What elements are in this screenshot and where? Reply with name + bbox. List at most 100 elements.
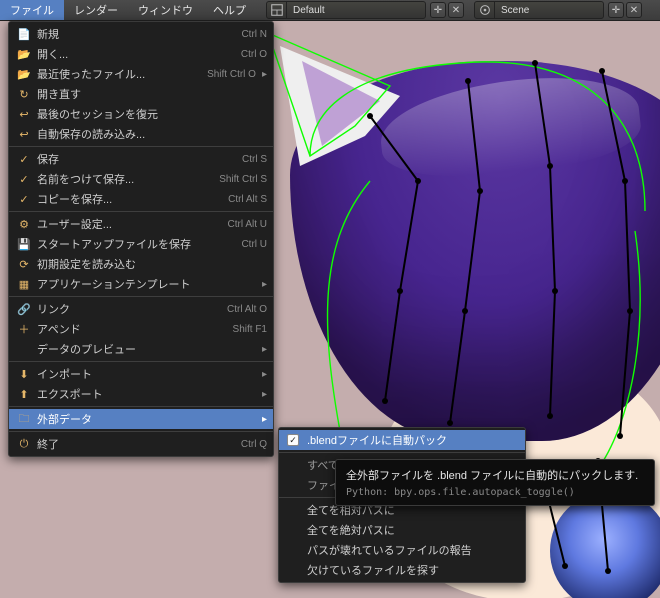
submenu-arrow-icon: ▸ (256, 369, 267, 380)
top-menu: ファイル レンダー ウィンドウ ヘルプ (0, 0, 256, 20)
menu-item-shortcut: Shift Ctrl S (219, 174, 267, 185)
scene-selector[interactable]: Scene (474, 1, 604, 19)
file-menu-item[interactable]: ⚙ユーザー設定... Ctrl Alt U (9, 214, 273, 234)
layout-add-button[interactable]: ✛ (430, 2, 446, 18)
file-menu-item[interactable]: 📂開く...Ctrl O (9, 44, 273, 64)
submenu-item[interactable]: 欠けているファイルを探す (279, 560, 525, 580)
submenu-arrow-icon: ▸ (256, 344, 267, 355)
file-menu-item[interactable]: ▦アプリケーションテンプレート▸ (9, 274, 273, 294)
menu-item-label: アペンド (37, 321, 225, 337)
file-menu-item[interactable]: ↻開き直す (9, 84, 273, 104)
power-icon: ⏻ (15, 436, 33, 452)
file-menu-dropdown: 📄新規Ctrl N📂開く...Ctrl O📂最近使ったファイル...Shift … (8, 21, 274, 457)
file-menu-item[interactable]: ⬇インポート▸ (9, 364, 273, 384)
scene-delete-button[interactable]: ✕ (626, 2, 642, 18)
file-menu-item[interactable]: ↩最後のセッションを復元 (9, 104, 273, 124)
check-icon: ✓ (15, 151, 33, 167)
check-icon: ✓ (15, 171, 33, 187)
check-icon: ✓ (15, 191, 33, 207)
submenu-arrow-icon: ▸ (256, 69, 267, 80)
submenu-item-label: .blendファイルに自動パック (307, 432, 447, 448)
file-menu-item[interactable]: 🔗リンク Ctrl Alt O (9, 299, 273, 319)
file-menu-item[interactable]: ✓名前をつけて保存... Shift Ctrl S (9, 169, 273, 189)
folder-icon: 📂 (15, 46, 33, 62)
reload-icon: ⟳ (15, 256, 33, 272)
scene-name: Scene (495, 5, 603, 16)
file-menu-item[interactable]: ⟳初期設定を読み込む (9, 254, 273, 274)
menu-render[interactable]: レンダー (64, 0, 128, 20)
menu-item-label: スタートアップファイルを保存 (37, 236, 233, 252)
file-menu-item[interactable]: ✓コピーを保存... Ctrl Alt S (9, 189, 273, 209)
layout-icon (267, 2, 287, 18)
file-menu-item[interactable]: ＋アペンド Shift F1 (9, 319, 273, 339)
import-icon: ⬇ (15, 366, 33, 382)
disk-icon: 💾 (15, 236, 33, 252)
menu-item-shortcut: Shift F1 (233, 324, 267, 335)
folder-icon: 📂 (15, 66, 33, 82)
checkbox-icon: ✓ (287, 434, 299, 446)
menu-item-shortcut: Ctrl Alt S (228, 194, 267, 205)
menu-item-label: 保存 (37, 151, 234, 167)
template-icon: ▦ (15, 276, 33, 292)
file-menu-item[interactable]: データのプレビュー▸ (9, 339, 273, 359)
file-menu-item[interactable]: 💾スタートアップファイルを保存 Ctrl U (9, 234, 273, 254)
layout-name: Default (287, 5, 425, 16)
file-menu-item[interactable]: 📄新規 Ctrl N (9, 24, 273, 44)
file-menu-item[interactable]: ✓保存 Ctrl S (9, 149, 273, 169)
menu-item-label: インポート (37, 366, 256, 382)
menu-item-label: コピーを保存... (37, 191, 220, 207)
submenu-item-label: 全てを絶対パスに (307, 522, 395, 538)
menu-help[interactable]: ヘルプ (203, 0, 256, 20)
submenu-arrow-icon: ▸ (256, 414, 267, 425)
file-menu-item[interactable]: ⏻終了 Ctrl Q (9, 434, 273, 454)
menu-item-label: 名前をつけて保存... (37, 171, 211, 187)
menu-item-label: 最近使ったファイル... (37, 66, 199, 82)
submenu-item[interactable]: ✓ .blendファイルに自動パック (279, 430, 525, 450)
menu-item-label: 終了 (37, 436, 233, 452)
recover-icon: ↩ (15, 106, 33, 122)
scene-add-button[interactable]: ✛ (608, 2, 624, 18)
menu-item-shortcut: Ctrl O (241, 49, 267, 60)
menu-item-label: 外部データ (37, 411, 256, 427)
menu-file[interactable]: ファイル (0, 0, 64, 20)
menu-item-shortcut: Ctrl U (241, 239, 267, 250)
file-menu-item[interactable]: ⬆エクスポート▸ (9, 384, 273, 404)
menu-item-label: 自動保存の読み込み... (37, 126, 267, 142)
menu-window[interactable]: ウィンドウ (128, 0, 203, 20)
menu-item-shortcut: Ctrl S (242, 154, 267, 165)
submenu-item[interactable]: 全てを絶対パスに (279, 520, 525, 540)
refresh-icon: ↻ (15, 86, 33, 102)
menu-item-shortcut: Ctrl Alt U (228, 219, 267, 230)
submenu-item-label: パスが壊れているファイルの報告 (307, 542, 472, 558)
menu-item-shortcut: Ctrl Q (241, 439, 267, 450)
blank-icon (15, 341, 33, 357)
layout-selector[interactable]: Default (266, 1, 426, 19)
external-icon: 🗀 (15, 411, 33, 427)
menu-item-label: 初期設定を読み込む (37, 256, 267, 272)
append-icon: ＋ (15, 321, 33, 337)
submenu-arrow-icon: ▸ (256, 389, 267, 400)
menu-item-label: ユーザー設定... (37, 216, 220, 232)
prefs-icon: ⚙ (15, 216, 33, 232)
scene-icon (475, 2, 495, 18)
menu-item-label: データのプレビュー (37, 341, 256, 357)
menu-item-label: アプリケーションテンプレート (37, 276, 256, 292)
file-menu-item[interactable]: 🗀外部データ▸ (9, 409, 273, 429)
menu-item-label: リンク (37, 301, 219, 317)
tooltip: 全外部ファイルを .blend ファイルに自動的にパックします. Python:… (335, 459, 655, 506)
file-menu-item[interactable]: 📂最近使ったファイル...Shift Ctrl O▸ (9, 64, 273, 84)
menu-item-label: 開き直す (37, 86, 267, 102)
recover-icon: ↩ (15, 126, 33, 142)
menu-item-shortcut: Ctrl N (241, 29, 267, 40)
layout-delete-button[interactable]: ✕ (448, 2, 464, 18)
menu-item-label: 新規 (37, 26, 233, 42)
file-menu-item[interactable]: ↩自動保存の読み込み... (9, 124, 273, 144)
link-icon: 🔗 (15, 301, 33, 317)
menu-item-shortcut: Ctrl Alt O (227, 304, 267, 315)
menu-item-label: エクスポート (37, 386, 256, 402)
submenu-item[interactable]: パスが壊れているファイルの報告 (279, 540, 525, 560)
file-icon: 📄 (15, 26, 33, 42)
submenu-arrow-icon: ▸ (256, 279, 267, 290)
submenu-item-label: 欠けているファイルを探す (307, 562, 439, 578)
header-bar: ファイル レンダー ウィンドウ ヘルプ Default ✛ ✕ Scene ✛ … (0, 0, 660, 21)
